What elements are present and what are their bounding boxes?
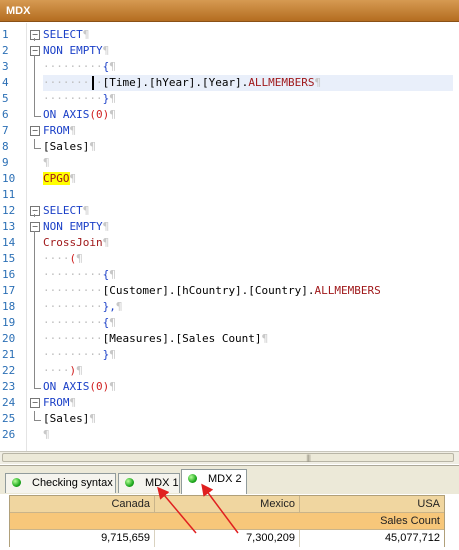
tab-label: Checking syntax bbox=[32, 477, 113, 489]
code-line: CrossJoin¶ bbox=[43, 236, 110, 249]
line-number: 21 bbox=[2, 348, 16, 361]
line-number: 24 bbox=[2, 396, 16, 409]
window-title: MDX bbox=[6, 5, 31, 17]
code-line: ¶ bbox=[43, 428, 50, 441]
fold-guide bbox=[29, 231, 41, 395]
fold-end-marker bbox=[29, 107, 41, 123]
fold-end-marker bbox=[29, 379, 41, 395]
code-line: ····(¶ bbox=[43, 252, 83, 265]
code-line-current: ·········[Time].[hYear].[Year].ALLMEMBER… bbox=[43, 76, 322, 89]
table-cell[interactable]: 45,077,712 bbox=[300, 530, 444, 547]
code-line: ·········{¶ bbox=[43, 268, 116, 281]
table-cell[interactable]: 7,300,209 bbox=[155, 530, 300, 547]
code-line: ·········},¶ bbox=[43, 300, 123, 313]
line-number: 15 bbox=[2, 252, 16, 265]
code-line: ·········[Measures].[Sales Count]¶ bbox=[43, 332, 269, 345]
column-header-row: Canada Mexico USA bbox=[10, 496, 444, 513]
line-number: 25 bbox=[2, 412, 16, 425]
tab-mdx-2[interactable]: MDX 2 bbox=[181, 469, 247, 494]
line-number: 18 bbox=[2, 300, 16, 313]
minus-icon: − bbox=[30, 206, 40, 216]
code-line: ¶ bbox=[43, 156, 50, 169]
line-number: 7 bbox=[2, 124, 9, 137]
tab-label: MDX 2 bbox=[208, 473, 242, 485]
line-number: 12 bbox=[2, 204, 16, 217]
line-number: 16 bbox=[2, 268, 16, 281]
code-line: [Sales]¶ bbox=[43, 412, 96, 425]
minus-icon: − bbox=[30, 30, 40, 40]
code-line: ·········{¶ bbox=[43, 316, 116, 329]
line-number: 6 bbox=[2, 108, 9, 121]
code-line: ·········}¶ bbox=[43, 348, 116, 361]
line-number: 10 bbox=[2, 172, 16, 185]
scrollbar-thumb[interactable] bbox=[2, 453, 454, 462]
code-line: FROM¶ bbox=[43, 396, 77, 409]
minus-icon: − bbox=[30, 222, 40, 232]
line-number: 9 bbox=[2, 156, 9, 169]
status-ok-icon bbox=[125, 478, 134, 487]
line-number: 8 bbox=[2, 140, 9, 153]
minus-icon: − bbox=[30, 398, 40, 408]
line-number: 17 bbox=[2, 284, 16, 297]
code-line: ····)¶ bbox=[43, 364, 83, 377]
minus-icon: − bbox=[30, 126, 40, 136]
line-number: 4 bbox=[2, 76, 9, 89]
line-number: 11 bbox=[2, 188, 16, 201]
line-number: 2 bbox=[2, 44, 9, 57]
code-line: NON EMPTY¶ bbox=[43, 220, 110, 233]
window-title-bar: MDX bbox=[0, 0, 459, 22]
tab-mdx-1[interactable]: MDX 1 bbox=[118, 473, 180, 493]
status-ok-icon bbox=[12, 478, 21, 487]
column-header: Mexico bbox=[155, 496, 300, 513]
code-line: SELECT¶ bbox=[43, 204, 90, 217]
line-number: 23 bbox=[2, 380, 16, 393]
line-number: 19 bbox=[2, 316, 16, 329]
line-number: 1 bbox=[2, 28, 9, 41]
fold-toggle[interactable]: − bbox=[29, 395, 41, 411]
scrollbar-grip-icon: ||| bbox=[306, 454, 311, 462]
code-line: ·········{¶ bbox=[43, 60, 116, 73]
measure-header-row: Sales Count bbox=[10, 513, 444, 530]
code-line: SELECT¶ bbox=[43, 28, 90, 41]
line-number: 5 bbox=[2, 92, 9, 105]
fold-toggle[interactable]: − bbox=[29, 123, 41, 139]
minus-icon: − bbox=[30, 46, 40, 56]
code-line: ON AXIS(0)¶ bbox=[43, 108, 116, 121]
mdx-editor[interactable]: 1 2 3 4 5 6 7 8 9 10 11 12 13 14 15 16 1… bbox=[0, 23, 459, 451]
fold-guide bbox=[34, 214, 35, 217]
code-line: [Sales]¶ bbox=[43, 140, 96, 153]
tab-checking-syntax[interactable]: Checking syntax bbox=[5, 473, 116, 493]
column-header: USA bbox=[300, 496, 444, 513]
results-tab-strip: Checking syntax MDX 1 MDX 2 bbox=[0, 465, 459, 494]
code-line: ON AXIS(0)¶ bbox=[43, 380, 116, 393]
column-header: Canada bbox=[10, 496, 155, 513]
fold-toggle[interactable]: − bbox=[29, 38, 41, 59]
line-number: 13 bbox=[2, 220, 16, 233]
result-grid: Canada Mexico USA Sales Count 9,715,659 … bbox=[9, 495, 445, 547]
tab-label: MDX 1 bbox=[145, 477, 179, 489]
table-cell[interactable]: 9,715,659 bbox=[10, 530, 155, 547]
fold-toggle[interactable]: − bbox=[29, 203, 41, 219]
line-number: 3 bbox=[2, 60, 9, 73]
line-number: 20 bbox=[2, 332, 16, 345]
status-ok-icon bbox=[188, 474, 197, 483]
horizontal-scrollbar[interactable]: ||| bbox=[0, 451, 459, 464]
fold-end-marker bbox=[29, 411, 41, 427]
code-line: NON EMPTY¶ bbox=[43, 44, 110, 57]
code-line: FROM¶ bbox=[43, 124, 77, 137]
line-number: 14 bbox=[2, 236, 16, 249]
code-line: ·········[Customer].[hCountry].[Country]… bbox=[43, 284, 381, 297]
fold-guide bbox=[34, 38, 35, 41]
fold-end-marker bbox=[29, 139, 41, 155]
line-number: 26 bbox=[2, 428, 16, 441]
measure-header: Sales Count bbox=[10, 513, 444, 530]
code-line: ·········}¶ bbox=[43, 92, 116, 105]
text-caret bbox=[92, 76, 94, 90]
fold-toggle[interactable]: − bbox=[29, 214, 41, 235]
table-row: 9,715,659 7,300,209 45,077,712 bbox=[10, 530, 444, 547]
fold-toggle[interactable]: − bbox=[29, 27, 41, 43]
line-number: 22 bbox=[2, 364, 16, 377]
code-line-go: CPGO¶ bbox=[43, 172, 77, 185]
